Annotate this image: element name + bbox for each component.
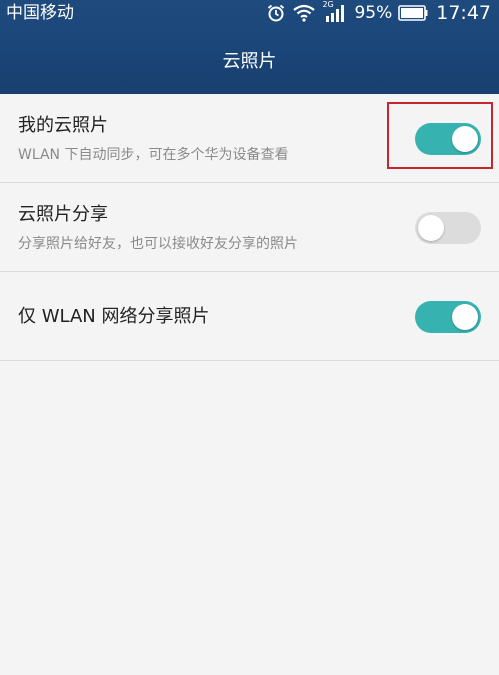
page-title: 云照片: [222, 51, 277, 72]
highlight-box: [387, 102, 493, 169]
wlan-only-sharing-toggle[interactable]: [415, 301, 481, 333]
network-type-label: 2G: [322, 0, 334, 9]
battery-percent: 95%: [354, 3, 393, 23]
app-header: 中国移动 2G 95% 17:47 云照片: [0, 0, 499, 94]
signal-icon: 2G: [322, 0, 346, 23]
setting-cloud-photo-sharing[interactable]: 云照片分享 分享照片给好友，也可以接收好友分享的照片: [0, 183, 499, 272]
toggle-knob: [418, 215, 444, 241]
carrier-name: 中国移动: [6, 3, 74, 23]
alarm-icon: [266, 3, 286, 23]
wifi-icon: [292, 3, 316, 23]
toggle-knob: [452, 304, 478, 330]
setting-description: 分享照片给好友，也可以接收好友分享的照片: [18, 236, 298, 252]
setting-title: 我的云照片: [18, 115, 108, 136]
clock-time: 17:47: [436, 2, 491, 24]
setting-title: 仅 WLAN 网络分享照片: [18, 306, 210, 327]
setting-title: 云照片分享: [18, 204, 108, 225]
status-bar: 中国移动 2G 95% 17:47: [0, 0, 499, 26]
battery-icon: [398, 4, 428, 22]
title-bar: 云照片: [0, 26, 499, 94]
setting-description: WLAN 下自动同步，可在多个华为设备查看: [18, 147, 289, 163]
status-icons: 2G 95% 17:47: [260, 0, 491, 25]
setting-wlan-only-sharing[interactable]: 仅 WLAN 网络分享照片: [0, 272, 499, 361]
cloud-photo-sharing-toggle[interactable]: [415, 212, 481, 244]
